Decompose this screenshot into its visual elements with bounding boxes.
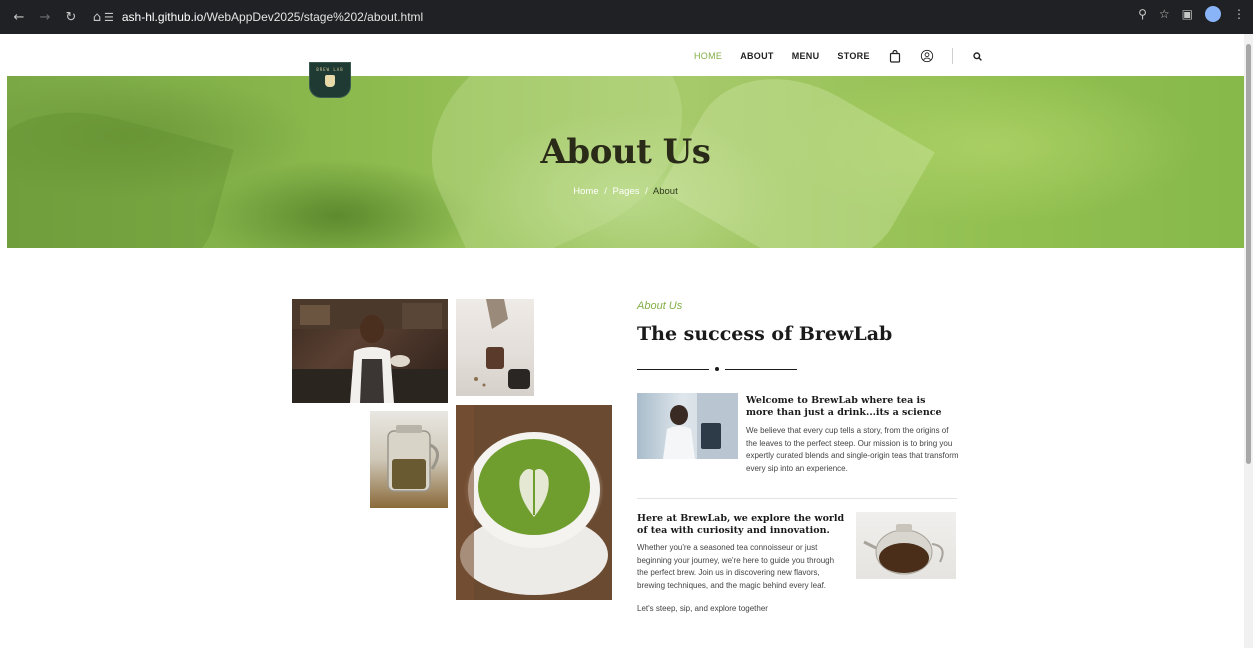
breadcrumb-separator: / [604,186,607,197]
page-title: About Us [540,132,711,172]
scientist-photo [637,393,738,459]
ornament-dot [715,367,719,371]
brand-logo[interactable]: BREW LAB [309,62,351,98]
forward-icon[interactable]: → [34,6,56,28]
extensions-icon[interactable]: ▣ [1182,7,1193,21]
browser-menu-icon[interactable]: ⋮ [1233,7,1245,21]
bookmark-star-icon[interactable]: ☆ [1159,7,1170,21]
search-icon[interactable] [971,49,985,63]
feature-2-title: Here at BrewLab, we explore the world of… [637,513,845,536]
section-title: The success of BrewLab [637,323,893,345]
matcha-latte-photo [456,405,612,600]
ornament-line [637,369,709,370]
url-path: /WebAppDev2025/stage%202/about.html [203,10,424,24]
main-nav: HOME ABOUT MENU STORE [694,48,985,64]
logo-cup-icon [325,75,335,87]
nav-item-about[interactable]: ABOUT [740,51,774,61]
feature-1-title: Welcome to BrewLab where tea is more tha… [746,395,942,418]
feature-2-text: Whether you're a seasoned tea connoisseu… [637,543,835,590]
breadcrumb: Home / Pages / About [7,186,1244,197]
section-divider [637,498,957,499]
address-bar[interactable]: ☰ ash-hl.github.io/WebAppDev2025/stage%2… [104,6,1164,28]
browser-toolbar: ← → ↻ ⌂ ☰ ash-hl.github.io/WebAppDev2025… [0,0,1253,34]
title-ornament [637,366,797,372]
breadcrumb-home[interactable]: Home [573,186,598,197]
site-info-icon[interactable]: ☰ [104,11,114,24]
nav-item-menu[interactable]: MENU [792,51,820,61]
hero-banner: About Us Home / Pages / About [7,76,1244,248]
profile-icon[interactable] [920,49,934,63]
zoom-icon[interactable]: ⚲ [1138,7,1147,21]
ornament-line [725,369,797,370]
feature-1-text: We believe that every cup tells a story,… [746,426,959,473]
scrollbar-thumb[interactable] [1246,44,1251,464]
reload-icon[interactable]: ↻ [60,6,82,28]
back-icon[interactable]: ← [8,6,30,28]
feature-2-closing: Let's steep, sip, and explore together [637,604,768,613]
url-host: ash-hl.github.io [121,10,204,24]
site-header: HOME ABOUT MENU STORE [0,34,1244,76]
breadcrumb-separator: / [645,186,648,197]
breadcrumb-current: About [652,186,678,197]
glass-teapot-photo [856,512,956,579]
logo-wordmark: BREW LAB [316,67,344,72]
nav-item-home[interactable]: HOME [694,51,722,61]
tea-pouring-photo [456,299,534,396]
profile-avatar[interactable] [1205,6,1221,22]
url-text: ash-hl.github.io/WebAppDev2025/stage%202… [122,10,423,24]
bag-icon[interactable] [888,49,902,63]
nav-divider [951,48,953,64]
page-scrollbar[interactable] [1244,34,1253,648]
breadcrumb-pages[interactable]: Pages [613,186,640,197]
teapot-photo [370,411,448,508]
section-eyebrow: About Us [637,300,683,312]
nav-item-store[interactable]: STORE [837,51,869,61]
barista-photo [292,299,448,403]
